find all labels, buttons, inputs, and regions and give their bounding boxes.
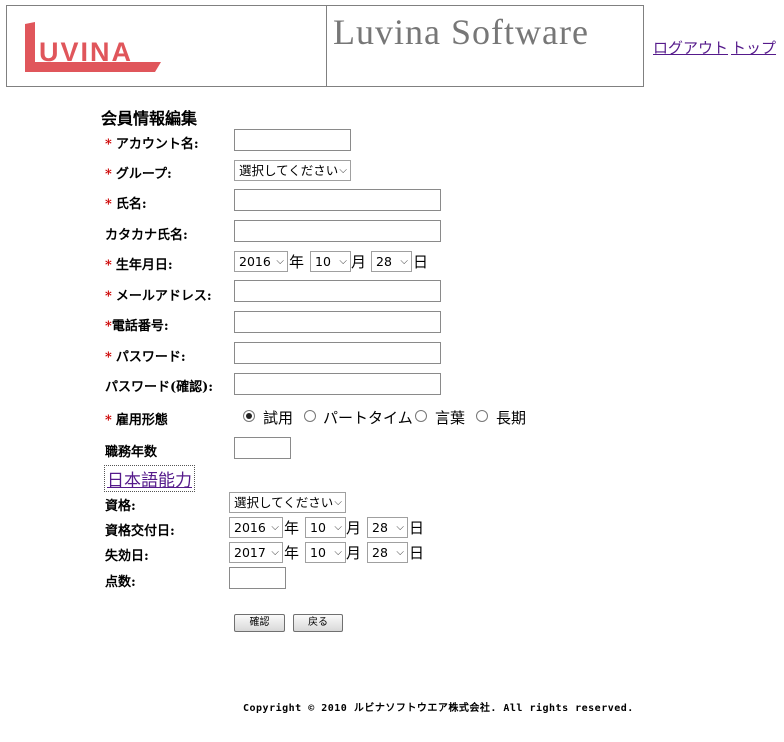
kana-input[interactable] xyxy=(234,220,441,242)
site-title: Luvina Software xyxy=(333,12,589,52)
year-unit: 年 xyxy=(284,519,300,537)
password-confirm-input[interactable] xyxy=(234,373,441,395)
day-unit: 日 xyxy=(409,519,425,537)
name-input[interactable] xyxy=(234,189,441,211)
expire-day-select[interactable]: 28 ⌵ xyxy=(367,542,408,563)
employment-radio-parttime[interactable] xyxy=(304,410,316,422)
qualification-label: 資格: xyxy=(105,499,136,514)
employment-option-label: 言葉 xyxy=(435,409,466,427)
email-label: * メールアドレス: xyxy=(105,289,212,304)
phone-input[interactable] xyxy=(234,311,441,333)
required-mark: * xyxy=(105,258,112,273)
issue-month-select[interactable]: 10 ⌵ xyxy=(305,517,346,538)
chevron-down-icon: ⌵ xyxy=(334,497,342,508)
birth-label: * 生年月日: xyxy=(105,258,173,273)
required-mark: * xyxy=(105,350,112,365)
password-input[interactable] xyxy=(234,342,441,364)
employment-radio-words[interactable] xyxy=(415,410,427,422)
page-header: UVINA Luvina Software xyxy=(6,5,644,87)
page-title: 会員情報編集 xyxy=(101,109,198,128)
expire-year-select[interactable]: 2017 ⌵ xyxy=(229,542,283,563)
account-label: * アカウント名: xyxy=(105,137,199,152)
logo-cell: UVINA xyxy=(7,6,327,86)
chevron-down-icon: ⌵ xyxy=(276,256,284,267)
birth-year-select[interactable]: 2016 ⌵ xyxy=(234,251,288,272)
back-button[interactable]: 戻る xyxy=(293,614,343,632)
birth-day-select[interactable]: 28 ⌵ xyxy=(371,251,412,272)
kana-label: カタカナ氏名: xyxy=(105,228,188,243)
chevron-down-icon: ⌵ xyxy=(396,522,404,533)
logout-link[interactable]: ログアウト xyxy=(653,37,728,58)
chevron-down-icon: ⌵ xyxy=(339,165,347,176)
employment-option-label: 長期 xyxy=(496,409,527,427)
password-confirm-label: パスワード(確認): xyxy=(105,380,214,395)
confirm-button[interactable]: 確認 xyxy=(234,614,285,632)
svg-text:UVINA: UVINA xyxy=(39,37,133,67)
top-link[interactable]: トップ xyxy=(731,37,776,58)
expire-date-label: 失効日: xyxy=(105,549,149,564)
month-unit: 月 xyxy=(346,544,362,562)
expire-month-select[interactable]: 10 ⌵ xyxy=(305,542,346,563)
day-unit: 日 xyxy=(409,544,425,562)
account-input[interactable] xyxy=(234,129,351,151)
password-label: * パスワード: xyxy=(105,350,186,365)
score-input[interactable] xyxy=(229,567,286,589)
luvina-logo: UVINA xyxy=(25,22,161,72)
year-unit: 年 xyxy=(289,253,305,271)
email-input[interactable] xyxy=(234,280,441,302)
score-label: 点数: xyxy=(105,575,136,590)
name-label: * 氏名: xyxy=(105,197,147,212)
phone-label: *電話番号: xyxy=(105,319,169,334)
chevron-down-icon: ⌵ xyxy=(396,547,404,558)
chevron-down-icon: ⌵ xyxy=(271,522,279,533)
issue-year-select[interactable]: 2016 ⌵ xyxy=(229,517,283,538)
copyright-footer: Copyright © 2010 ルビナソフトウエア株式会社. All righ… xyxy=(243,703,634,714)
chevron-down-icon: ⌵ xyxy=(271,547,279,558)
required-mark: * xyxy=(105,167,112,182)
years-input[interactable] xyxy=(234,437,291,459)
qualification-select[interactable]: 選択してください ⌵ xyxy=(229,492,346,513)
group-select[interactable]: 選択してください ⌵ xyxy=(234,160,351,181)
employment-option-label: 試用 xyxy=(263,409,294,427)
employment-radio-trial[interactable] xyxy=(243,410,255,422)
day-unit: 日 xyxy=(413,253,429,271)
employment-radio-longterm[interactable] xyxy=(476,410,488,422)
japanese-ability-link[interactable]: 日本語能力 xyxy=(104,465,195,492)
required-mark: * xyxy=(105,413,112,428)
required-mark: * xyxy=(105,319,112,334)
employment-option-label: パートタイム xyxy=(323,409,413,427)
required-mark: * xyxy=(105,137,112,152)
years-label: 職務年数 xyxy=(105,445,158,460)
required-mark: * xyxy=(105,289,112,304)
month-unit: 月 xyxy=(351,253,367,271)
chevron-down-icon: ⌵ xyxy=(334,547,342,558)
employment-label: * 雇用形態 xyxy=(105,413,168,428)
chevron-down-icon: ⌵ xyxy=(339,256,347,267)
birth-month-select[interactable]: 10 ⌵ xyxy=(310,251,351,272)
month-unit: 月 xyxy=(346,519,362,537)
issue-date-label: 資格交付日: xyxy=(105,524,175,539)
required-mark: * xyxy=(105,197,112,212)
chevron-down-icon: ⌵ xyxy=(400,256,408,267)
year-unit: 年 xyxy=(284,544,300,562)
issue-day-select[interactable]: 28 ⌵ xyxy=(367,517,408,538)
group-label: * グループ: xyxy=(105,167,172,182)
chevron-down-icon: ⌵ xyxy=(334,522,342,533)
